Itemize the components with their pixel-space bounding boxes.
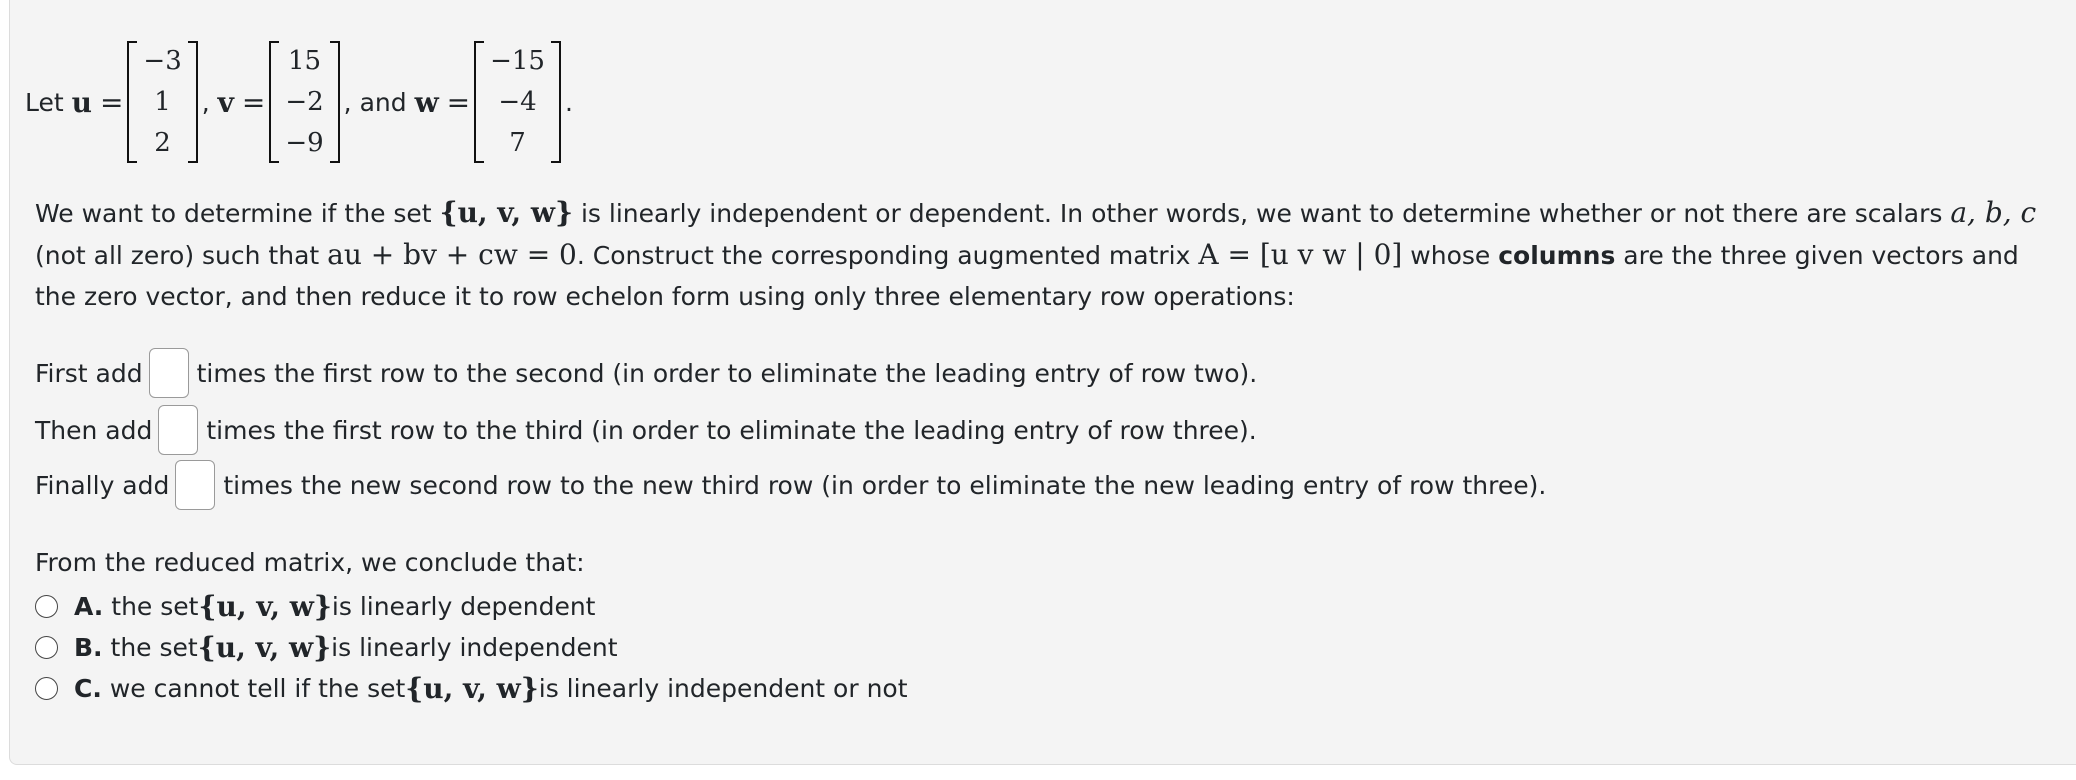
step-prefix: Finally add [35,470,170,500]
multiplier-input-2[interactable] [158,405,199,455]
let-label: Let [25,87,64,117]
step-prefix: First add [35,358,143,388]
paragraph-text: whose [1402,241,1499,270]
option-text: is linearly independent or not [538,674,908,703]
u-vector-matrix: −3 1 2 [127,41,198,163]
conclusion-lead: From the reduced matrix, we conclude tha… [35,548,585,577]
w-symbol: w [414,85,439,119]
row-operation-step-1: First add times the first row to the sec… [35,348,1257,398]
u-entry-3: 2 [154,127,171,158]
w-entry-1: −15 [490,46,545,77]
option-b[interactable]: B. the set {u, v, w} is linearly indepen… [35,631,618,664]
right-bracket [329,41,340,163]
left-bracket [269,41,280,163]
vector-definitions: Let u = −3 1 2 , v = 15 −2 −9 , and w = … [25,38,573,166]
right-bracket [550,41,561,163]
right-bracket [187,41,198,163]
set-expression: {u, v, w} [405,672,539,705]
option-text: the set [110,633,198,662]
step-suffix: times the first row to the third (in ord… [206,415,1257,445]
columns-emphasis: columns [1498,241,1616,270]
u-entry-1: −3 [143,46,182,77]
left-bracket [127,41,138,163]
option-text: the set [111,592,199,621]
option-text: we cannot tell if the set [109,674,406,703]
linear-combination-equation: au + bv + cw = 0 [327,238,577,271]
comma-and: , and [343,87,407,117]
equals-sign: = [99,85,124,119]
option-letter: C. [74,674,102,703]
step-prefix: Then add [35,415,153,445]
u-symbol: u [71,85,92,119]
v-symbol: v [217,85,234,119]
row-operation-step-3: Finally add times the new second row to … [35,460,1546,510]
multiplier-input-1[interactable] [148,348,189,398]
radio-button-a[interactable] [35,595,58,618]
multiplier-input-3[interactable] [175,460,216,510]
v-entry-1: 15 [287,46,322,77]
step-suffix: times the new second row to the new thir… [223,470,1547,500]
u-entry-2: 1 [154,86,171,117]
option-text: is linearly independent [331,633,618,662]
radio-button-b[interactable] [35,636,58,659]
w-entry-3: 7 [509,127,526,158]
left-bracket [474,41,485,163]
equals-sign: = [446,85,471,119]
step-suffix: times the first row to the second (in or… [196,358,1258,388]
paragraph-text: . Construct the corresponding augmented … [576,241,1199,270]
v-entry-3: −9 [285,127,324,158]
v-entry-2: −2 [285,86,324,117]
set-expression: {u, v, w} [439,196,574,229]
period: . [564,87,573,117]
w-vector-matrix: −15 −4 7 [474,41,561,163]
augmented-matrix-expression: A = [u v w | 0] [1198,238,1403,271]
comma: , [201,87,210,117]
paragraph-text: (not all zero) such that [35,241,328,270]
paragraph-text: We want to determine if the set [35,199,440,228]
instruction-paragraph: We want to determine if the set {u, v, w… [35,192,2065,317]
option-a[interactable]: A. the set {u, v, w} is linearly depende… [35,590,595,623]
set-expression: {u, v, w} [198,590,332,623]
option-letter: B. [74,633,103,662]
row-operation-step-2: Then add times the first row to the thir… [35,405,1257,455]
radio-button-c[interactable] [35,677,58,700]
set-expression: {u, v, w} [197,631,332,664]
paragraph-text: is linearly independent or dependent. In… [573,199,1951,228]
option-text: is linearly dependent [331,592,596,621]
v-vector-matrix: 15 −2 −9 [269,41,340,163]
option-c[interactable]: C. we cannot tell if the set {u, v, w} i… [35,672,908,705]
w-entry-2: −4 [498,86,537,117]
equals-sign: = [241,85,266,119]
scalars-expression: a, b, c [1950,196,2037,229]
option-letter: A. [74,592,104,621]
